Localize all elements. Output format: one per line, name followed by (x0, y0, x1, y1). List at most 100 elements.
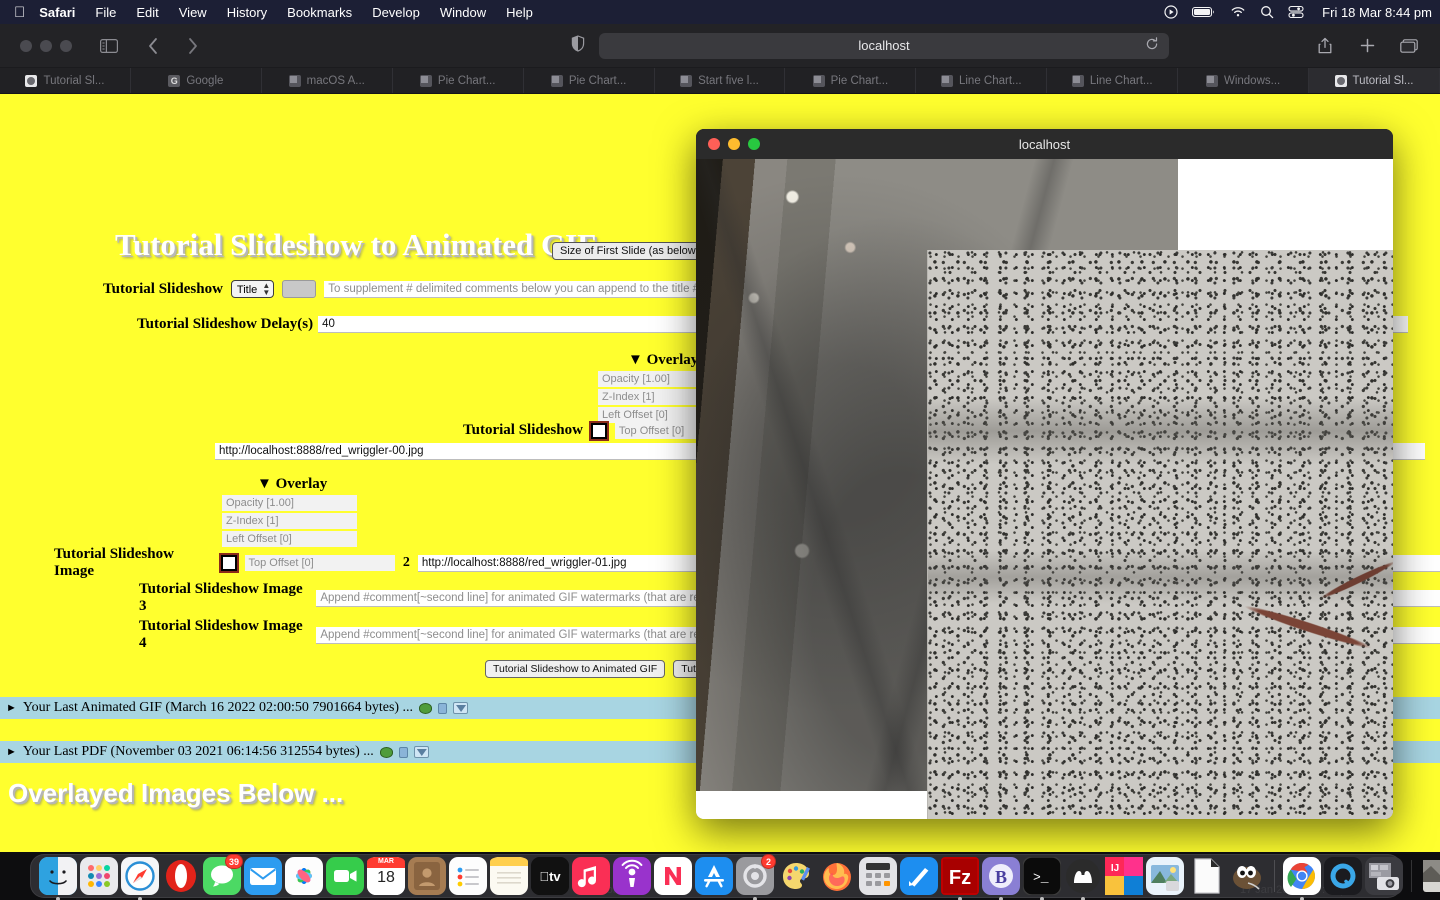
address-bar[interactable]: localhost (599, 32, 1169, 59)
dock-item-apple-tv[interactable]: tv (531, 857, 569, 895)
overlay-2-left-offset-input[interactable]: Left Offset [0] (222, 531, 357, 547)
dock-item-screenshot[interactable] (1365, 857, 1403, 895)
convert-to-animated-gif-button[interactable]: Tutorial Slideshow to Animated GIF (485, 660, 666, 678)
blue-tag-icon[interactable] (438, 702, 448, 714)
title-select[interactable]: Title ▲ ▼ (230, 280, 275, 298)
dock-item-quicktime[interactable] (1324, 857, 1362, 895)
dock-item-preview-paint[interactable] (777, 857, 815, 895)
forward-icon[interactable] (180, 33, 206, 59)
zoom-light[interactable] (60, 39, 72, 52)
tab-google[interactable]: G Google (131, 68, 262, 93)
dock-item-filezilla[interactable]: Fz (941, 857, 979, 900)
dock-item-opera[interactable] (162, 857, 200, 895)
dock-item-contacts[interactable] (408, 857, 446, 895)
tab-pie-chart-1[interactable]: Pie Chart... (393, 68, 524, 93)
dock-item-mail[interactable] (244, 857, 282, 895)
dock-item-safari[interactable] (121, 857, 159, 900)
color-swatch[interactable] (282, 280, 317, 298)
reload-icon[interactable] (1145, 37, 1159, 54)
dock-item-app-store[interactable] (695, 857, 733, 895)
menu-item-edit[interactable]: Edit (136, 5, 158, 20)
menu-item-help[interactable]: Help (506, 5, 533, 20)
dock-item-music[interactable] (572, 857, 610, 895)
popup-title-bar[interactable]: localhost (696, 129, 1393, 159)
overlay-1-heading[interactable]: ▼ Overlay (628, 352, 698, 369)
green-pill-icon[interactable] (419, 702, 433, 714)
tab-label: Google (186, 74, 224, 87)
tab-macos-a[interactable]: macOS A... (262, 68, 393, 93)
tab-pie-chart-2[interactable]: Pie Chart... (524, 68, 655, 93)
menu-item-bookmarks[interactable]: Bookmarks (287, 5, 352, 20)
minimize-light[interactable] (40, 39, 52, 52)
sidebar-icon[interactable] (96, 33, 122, 59)
tab-pie-chart-3[interactable]: Pie Chart... (785, 68, 917, 93)
dock-item-reminders[interactable] (449, 857, 487, 895)
overlay-2-heading[interactable]: ▼ Overlay (257, 476, 327, 493)
apple-menu-icon[interactable]:  (14, 5, 25, 20)
dock-item-mamp[interactable] (1064, 857, 1102, 900)
dock-item-podcasts[interactable] (613, 857, 651, 895)
dock-item-launchpad[interactable] (80, 857, 118, 895)
overlay-1-checkbox[interactable] (590, 422, 607, 439)
dock-item-chrome[interactable] (1283, 857, 1321, 900)
dock-item-gimp[interactable] (1228, 857, 1266, 895)
tab-line-chart-2[interactable]: Line Chart... (1047, 68, 1179, 93)
dock-item-preview[interactable] (1146, 857, 1184, 895)
dock-item-system-preferences[interactable]: 2 (736, 854, 776, 900)
dock-item-messages[interactable]: 39 (203, 854, 243, 895)
dock-item-downloads-stack[interactable] (1420, 857, 1440, 895)
tab-start-five[interactable]: Start five l... (655, 68, 786, 93)
dock-item-news[interactable] (654, 857, 692, 895)
menu-item-history[interactable]: History (227, 5, 267, 20)
overlay-2-checkbox[interactable] (220, 555, 237, 571)
menu-bar-clock[interactable]: Fri 18 Mar 8:44 pm (1322, 5, 1432, 20)
share-icon[interactable] (1312, 33, 1338, 59)
screen-record-icon[interactable] (1164, 5, 1178, 19)
new-tab-icon[interactable] (1354, 33, 1380, 59)
dock-item-calendar[interactable]: MAR 18 (367, 857, 405, 895)
tab-overview-icon[interactable] (1396, 33, 1422, 59)
window-traffic-lights[interactable] (20, 39, 72, 52)
tab-tutorial-slideshow-2[interactable]: Tutorial Sl... (1309, 68, 1440, 93)
address-bar-text: localhost (858, 38, 910, 53)
dock-item-calculator[interactable] (859, 857, 897, 895)
blue-tag-icon[interactable] (398, 746, 408, 758)
dock-item-finder[interactable] (39, 857, 77, 900)
doc-favicon-icon (940, 74, 953, 87)
dock-item-xcode[interactable] (900, 857, 938, 895)
green-pill-icon[interactable] (379, 746, 393, 758)
dock-item-terminal[interactable]: >_ (1023, 857, 1061, 900)
menu-item-window[interactable]: Window (440, 5, 486, 20)
size-of-first-slide-button[interactable]: Size of First Slide (as below) (552, 242, 708, 260)
menu-item-develop[interactable]: Develop (372, 5, 420, 20)
disclosure-triangle-icon[interactable]: ► (6, 702, 17, 714)
dock-item-facetime[interactable] (326, 857, 364, 895)
overlay-2-opacity-input[interactable]: Opacity [1.00] (222, 495, 357, 511)
tab-line-chart-1[interactable]: Line Chart... (916, 68, 1048, 93)
back-icon[interactable] (140, 33, 166, 59)
battery-icon[interactable] (1192, 6, 1216, 18)
overlay-2-top-offset-input[interactable]: Top Offset [0] (244, 555, 395, 571)
shield-icon[interactable] (571, 34, 585, 57)
tab-windows[interactable]: Windows... (1178, 68, 1310, 93)
control-center-icon[interactable] (1288, 5, 1304, 19)
menu-item-view[interactable]: View (179, 5, 207, 20)
menu-item-safari[interactable]: Safari (39, 5, 75, 20)
dock-item-intellij-idea[interactable]: IJ (1105, 857, 1143, 895)
menu-item-file[interactable]: File (95, 5, 116, 20)
calendar-day-label: 18 (377, 869, 395, 886)
dock-item-bbedit[interactable]: B (982, 857, 1020, 900)
envelope-icon[interactable] (453, 702, 469, 714)
overlay-2-zindex-input[interactable]: Z-Index [1] (222, 513, 357, 529)
popup-title: localhost (1018, 136, 1071, 152)
close-light[interactable] (20, 39, 32, 52)
envelope-icon[interactable] (413, 746, 429, 758)
dock-item-photos[interactable] (285, 857, 323, 895)
dock-item-libreoffice[interactable] (1187, 857, 1225, 895)
disclosure-triangle-icon[interactable]: ► (6, 746, 17, 758)
dock-item-firefox[interactable] (818, 857, 856, 895)
dock-item-notes[interactable] (490, 857, 528, 895)
wifi-icon[interactable] (1230, 6, 1246, 18)
tab-tutorial-slideshow-1[interactable]: Tutorial Sl... (0, 68, 131, 93)
search-icon[interactable] (1260, 5, 1274, 19)
